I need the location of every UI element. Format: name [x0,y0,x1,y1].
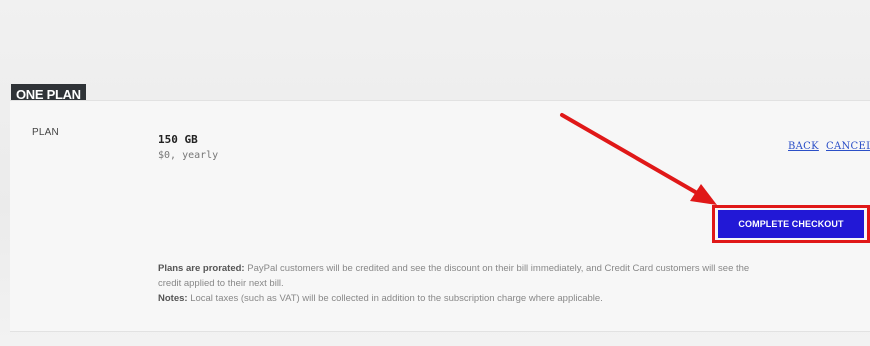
arrow-head [690,184,717,205]
red-arrow-icon [560,113,717,205]
arrow-shaft [560,113,706,199]
